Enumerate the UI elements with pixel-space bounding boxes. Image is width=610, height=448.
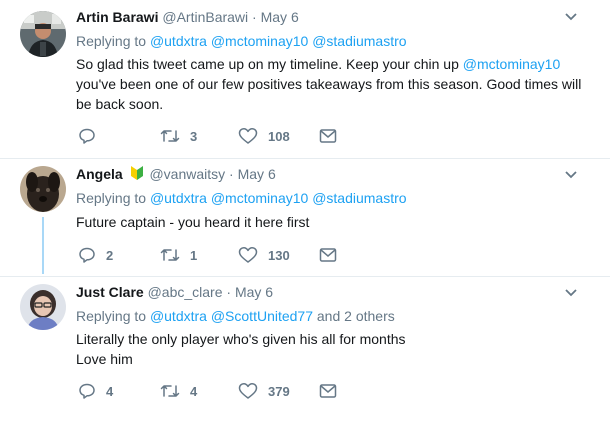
heart-icon: [238, 128, 258, 144]
reply-count: 4: [106, 383, 114, 399]
mention-link[interactable]: @stadiumastro: [312, 190, 406, 206]
reply-count: 2: [106, 247, 114, 263]
action-bar: 2 1 130: [78, 245, 358, 265]
replying-to-label: Replying to: [76, 33, 147, 49]
reply-button[interactable]: 4: [78, 381, 113, 401]
retweet-count: 1: [190, 247, 198, 263]
like-button[interactable]: 130: [238, 245, 290, 265]
chevron-down-icon[interactable]: [564, 170, 578, 180]
avatar[interactable]: [20, 284, 66, 330]
thread-line: [42, 217, 44, 274]
avatar[interactable]: [20, 11, 66, 57]
display-name[interactable]: Artin Barawi: [76, 9, 158, 25]
envelope-icon: [319, 248, 337, 262]
retweet-button[interactable]: 4: [160, 381, 197, 401]
tweet-text-line: be back soon.: [76, 96, 164, 112]
handle[interactable]: @vanwaitsy: [149, 166, 225, 182]
timestamp[interactable]: May 6: [238, 166, 276, 182]
beginner-badge-icon: [130, 166, 143, 180]
tweet-text-line: you've been one of our few positives tak…: [76, 76, 582, 92]
replying-more[interactable]: and 2 others: [317, 308, 395, 324]
chevron-down-icon[interactable]: [564, 288, 578, 298]
mention-link[interactable]: @stadiumastro: [312, 33, 406, 49]
like-count: 379: [268, 383, 290, 399]
reply-button[interactable]: 2: [78, 245, 113, 265]
timestamp[interactable]: May 6: [261, 9, 299, 25]
mention-link[interactable]: @utdxtra: [150, 33, 207, 49]
tweet-text-line: So glad this tweet came up on my timelin…: [76, 56, 463, 72]
retweet-icon: [160, 249, 180, 261]
replying-to: Replying to @utdxtra @mctominay10 @stadi…: [76, 189, 407, 207]
heart-icon: [238, 247, 258, 263]
separator-dot: ·: [226, 284, 232, 300]
tweet-text: Literally the only player who's given hi…: [76, 329, 596, 369]
like-button[interactable]: 379: [238, 381, 290, 401]
retweet-button[interactable]: 3: [160, 126, 197, 146]
action-bar: 3 108: [78, 126, 358, 146]
handle[interactable]: @ArtinBarawi: [162, 9, 248, 25]
envelope-icon: [319, 129, 337, 143]
replying-to: Replying to @utdxtra @ScottUnited77 and …: [76, 307, 395, 325]
tweet-3[interactable]: Just Clare @abc_clare · May 6 Replying t…: [0, 277, 610, 448]
reply-icon: [79, 128, 95, 144]
like-count: 108: [268, 128, 290, 144]
display-name[interactable]: Angela: [76, 166, 123, 182]
separator-dot: ·: [252, 9, 257, 25]
mention-link[interactable]: @mctominay10: [211, 33, 308, 49]
handle[interactable]: @abc_clare: [148, 284, 223, 300]
avatar[interactable]: [20, 166, 66, 212]
envelope-icon: [319, 384, 337, 398]
chevron-down-icon[interactable]: [564, 12, 578, 22]
retweet-icon: [160, 385, 180, 397]
reply-icon: [79, 247, 95, 263]
tweet-text: So glad this tweet came up on my timelin…: [76, 54, 596, 114]
mention-link[interactable]: @mctominay10: [211, 190, 308, 206]
like-count: 130: [268, 247, 290, 263]
retweet-icon: [160, 130, 180, 142]
tweet-1[interactable]: Artin Barawi @ArtinBarawi · May 6 Replyi…: [0, 0, 610, 158]
reply-button[interactable]: [78, 126, 106, 146]
retweet-button[interactable]: 1: [160, 245, 197, 265]
like-button[interactable]: 108: [238, 126, 290, 146]
direct-message-button[interactable]: [319, 381, 337, 401]
mention-link[interactable]: @ScottUnited77: [211, 308, 313, 324]
tweet-text-line: Love him: [76, 351, 133, 367]
replying-to-label: Replying to: [76, 190, 147, 206]
direct-message-button[interactable]: [319, 245, 337, 265]
display-name[interactable]: Just Clare: [76, 284, 144, 300]
reply-icon: [79, 383, 95, 399]
retweet-count: 3: [190, 128, 198, 144]
replying-to: Replying to @utdxtra @mctominay10 @stadi…: [76, 32, 407, 50]
action-bar: 4 4 379: [78, 381, 358, 401]
mention-link[interactable]: @utdxtra: [150, 308, 207, 324]
tweet-text-line: Literally the only player who's given hi…: [76, 331, 406, 347]
mention-link[interactable]: @utdxtra: [150, 190, 207, 206]
mention-link[interactable]: @mctominay10: [463, 56, 560, 72]
replying-to-label: Replying to: [76, 308, 147, 324]
tweet-text-line: Future captain - you heard it here first: [76, 214, 310, 230]
tweet-2[interactable]: Angela @vanwaitsy · May 6 Replying to @u…: [0, 159, 610, 276]
separator-dot: ·: [229, 166, 234, 182]
heart-icon: [238, 383, 258, 399]
direct-message-button[interactable]: [319, 126, 337, 146]
retweet-count: 4: [190, 383, 198, 399]
timestamp[interactable]: May 6: [235, 284, 273, 300]
tweet-text: Future captain - you heard it here first: [76, 212, 596, 232]
